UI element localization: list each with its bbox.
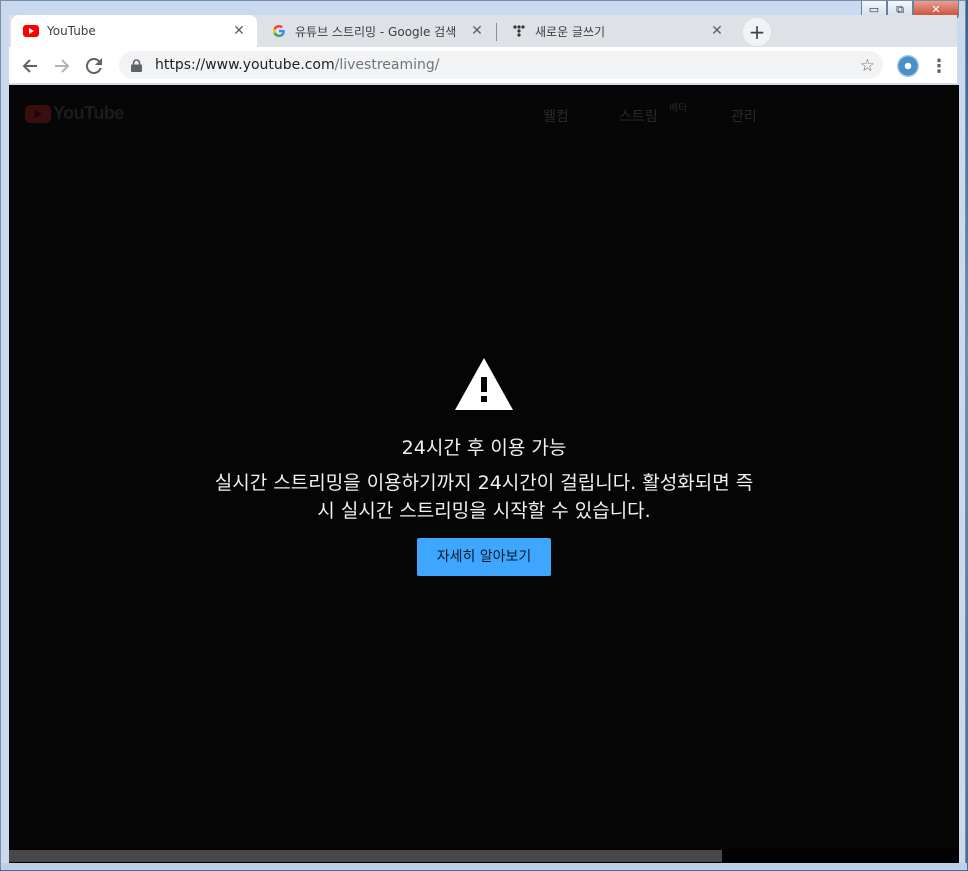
new-tab-button[interactable]: + — [743, 18, 771, 46]
url-text: https://www.youtube.com/livestreaming/ — [155, 57, 439, 73]
address-bar[interactable]: https://www.youtube.com/livestreaming/ ☆ — [119, 51, 883, 79]
back-arrow-icon[interactable] — [17, 53, 43, 79]
tistory-icon — [511, 23, 527, 39]
tab-new-post[interactable]: 새로운 글쓰기 ✕ — [499, 15, 735, 47]
url-path: /livestreaming/ — [334, 57, 440, 73]
tab-youtube[interactable]: YouTube ✕ — [11, 15, 257, 47]
beta-badge: 베타 — [669, 103, 688, 114]
tab-close-icon[interactable]: ✕ — [231, 23, 247, 39]
window-frame-bottom — [1, 863, 967, 870]
tab-close-icon[interactable]: ✕ — [709, 23, 725, 39]
youtube-icon — [23, 23, 39, 39]
tab-strip: YouTube ✕ 유튜브 스트리밍 - Google 검색 ✕ 새로운 글쓰기… — [9, 15, 957, 47]
notice-title: 24시간 후 이용 가능 — [401, 437, 567, 459]
youtube-logo-text: YouTube — [53, 103, 124, 123]
scrollbar-thumb[interactable] — [9, 850, 722, 862]
nav-manage[interactable]: 관리 — [731, 106, 757, 126]
forward-arrow-icon[interactable] — [49, 53, 75, 79]
more-menu-icon[interactable]: ⋮ — [929, 54, 949, 78]
tab-close-icon[interactable]: ✕ — [469, 23, 485, 39]
nav-welcome[interactable]: 웰컴 — [543, 106, 569, 126]
learn-more-button[interactable]: 자세히 알아보기 — [417, 538, 551, 576]
yt-header: YouTube 웰컴 스트림 베타 관리 — [9, 85, 959, 141]
tab-google-search[interactable]: 유튜브 스트리밍 - Google 검색 ✕ — [259, 15, 495, 47]
tab-title: YouTube — [47, 24, 96, 38]
reload-icon[interactable] — [81, 53, 107, 79]
availability-notice: 24시간 후 이용 가능 실시간 스트리밍을 이용하기까지 24시간이 걸립니다… — [9, 357, 959, 576]
tab-title: 새로운 글쓰기 — [535, 24, 606, 39]
tab-title: 유튜브 스트리밍 - Google 검색 — [295, 24, 457, 39]
nav-stream[interactable]: 스트림 — [619, 106, 658, 126]
youtube-logo-icon — [25, 104, 51, 123]
tab-separator — [496, 23, 497, 41]
google-icon — [271, 23, 287, 39]
browser-toolbar: https://www.youtube.com/livestreaming/ ☆… — [9, 47, 957, 84]
lock-icon — [131, 58, 145, 72]
youtube-page: YouTube 웰컴 스트림 베타 관리 24시간 후 이용 가능 실시간 스트… — [9, 85, 959, 849]
url-host: https://www.youtube.com — [155, 57, 335, 73]
bookmark-star-icon[interactable]: ☆ — [860, 56, 875, 76]
youtube-logo[interactable]: YouTube — [25, 103, 124, 124]
profile-avatar[interactable] — [897, 55, 919, 77]
notice-message: 실시간 스트리밍을 이용하기까지 24시간이 걸립니다. 활성화되면 즉시 실시… — [214, 472, 754, 522]
horizontal-scrollbar[interactable] — [9, 849, 959, 863]
warning-icon — [455, 358, 513, 410]
browser-window: ▭ ⧉ ✕ YouTube ✕ 유튜브 스트리밍 - Google 검색 ✕ 새… — [0, 0, 967, 870]
